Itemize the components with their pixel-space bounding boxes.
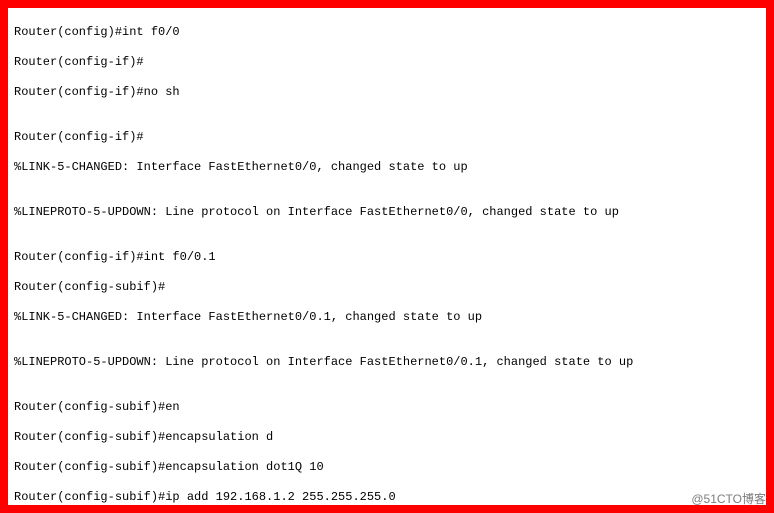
terminal-line: Router(config-if)# [14, 55, 760, 70]
terminal-line: Router(config-if)#int f0/0.1 [14, 250, 760, 265]
terminal-line: %LINK-5-CHANGED: Interface FastEthernet0… [14, 160, 760, 175]
terminal-line: Router(config-subif)#en [14, 400, 760, 415]
terminal-line: Router(config-subif)#encapsulation d [14, 430, 760, 445]
terminal-output: Router(config)#int f0/0 Router(config-if… [8, 8, 766, 505]
terminal-line: %LINK-5-CHANGED: Interface FastEthernet0… [14, 310, 760, 325]
terminal-line: Router(config-if)# [14, 130, 760, 145]
terminal-line: Router(config-subif)#ip add 192.168.1.2 … [14, 490, 760, 505]
terminal-line: %LINEPROTO-5-UPDOWN: Line protocol on In… [14, 205, 760, 220]
terminal-line: Router(config)#int f0/0 [14, 25, 760, 40]
watermark-text: @51CTO博客 [691, 490, 766, 507]
terminal-line: %LINEPROTO-5-UPDOWN: Line protocol on In… [14, 355, 760, 370]
terminal-line: Router(config-subif)# [14, 280, 760, 295]
terminal-line: Router(config-subif)#encapsulation dot1Q… [14, 460, 760, 475]
terminal-line: Router(config-if)#no sh [14, 85, 760, 100]
